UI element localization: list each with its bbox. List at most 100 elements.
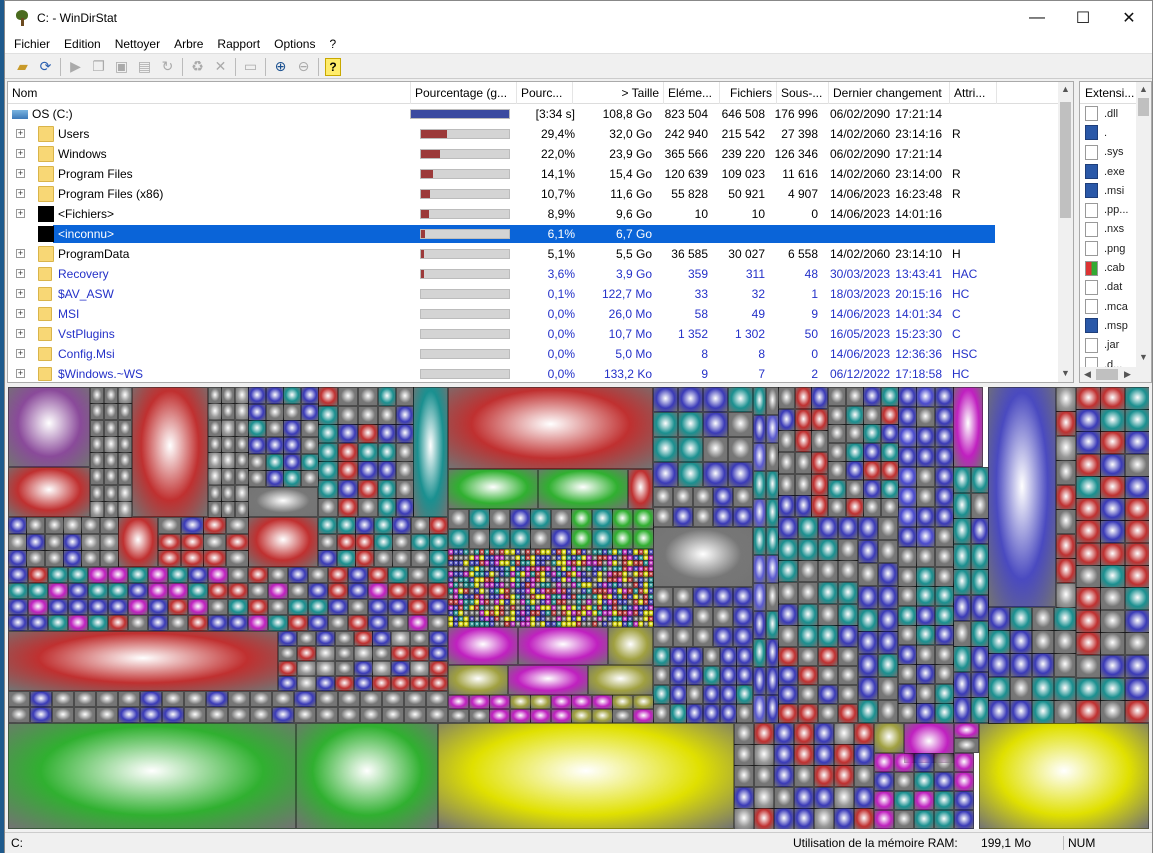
extension-horizontal-scrollbar[interactable]: ◀ ▶ (1080, 367, 1151, 382)
treemap-cell[interactable] (720, 666, 737, 685)
treemap-cell[interactable] (248, 437, 266, 454)
treemap-cell[interactable] (854, 808, 874, 829)
treemap-cell[interactable] (953, 467, 971, 493)
treemap-cell[interactable] (818, 685, 838, 704)
treemap-cell[interactable] (734, 744, 754, 766)
scroll-thumb[interactable] (1060, 102, 1071, 218)
treemap-cell[interactable] (203, 550, 226, 567)
treemap-cell[interactable] (308, 599, 328, 615)
treemap-cell[interactable] (1056, 558, 1076, 583)
treemap-cell[interactable] (429, 550, 448, 567)
treemap-cell[interactable] (1056, 534, 1076, 559)
treemap-cell[interactable] (858, 563, 878, 586)
treemap-cell[interactable] (1125, 431, 1149, 454)
treemap-cell[interactable] (104, 436, 118, 453)
treemap-cell[interactable] (878, 631, 898, 654)
treemap-cell[interactable] (754, 765, 774, 787)
treemap-cell[interactable] (814, 744, 834, 766)
treemap-cell[interactable] (881, 443, 899, 462)
treemap-cell[interactable] (753, 443, 766, 471)
treemap-cell[interactable] (45, 550, 64, 567)
treemap-cell[interactable] (954, 810, 974, 829)
zoom-out-icon[interactable]: ⊖ (292, 56, 315, 78)
treemap-cell[interactable] (382, 707, 404, 723)
treemap-cell[interactable] (1125, 632, 1149, 655)
treemap-cell[interactable] (208, 485, 222, 502)
treemap-cell[interactable] (971, 493, 989, 519)
treemap-cell[interactable] (391, 676, 410, 691)
treemap-cell[interactable] (318, 534, 337, 551)
treemap-cell[interactable] (653, 527, 753, 587)
treemap-cell[interactable] (266, 470, 284, 487)
treemap-cell[interactable] (713, 587, 733, 607)
table-row[interactable]: <inconnu> 6,1% 6,7 Go (8, 224, 1060, 244)
treemap-cell[interactable] (226, 534, 249, 551)
treemap-cell[interactable] (248, 454, 266, 471)
treemap-cell[interactable] (693, 507, 713, 527)
treemap-cell[interactable] (266, 420, 284, 437)
treemap-cell[interactable] (778, 517, 798, 539)
treemap-cell[interactable] (778, 387, 795, 409)
treemap-cell[interactable] (208, 436, 222, 453)
treemap-cell[interactable] (128, 615, 148, 631)
treemap-cell[interactable] (1010, 653, 1032, 677)
treemap-cell[interactable] (118, 517, 158, 567)
treemap-cell[interactable] (1056, 460, 1076, 485)
treemap-cell[interactable] (703, 704, 720, 723)
treemap-cell[interactable] (954, 723, 979, 738)
treemap-cell[interactable] (308, 567, 328, 583)
treemap-cell[interactable] (703, 387, 728, 412)
treemap-cell[interactable] (248, 420, 266, 437)
treemap-cell[interactable] (288, 567, 308, 583)
treemap-cell[interactable] (754, 808, 774, 829)
treemap-cell[interactable] (221, 501, 235, 518)
treemap-cell[interactable] (678, 412, 703, 437)
treemap-cell[interactable] (1056, 509, 1076, 534)
treemap-cell[interactable] (372, 661, 391, 676)
treemap-cell[interactable] (288, 599, 308, 615)
treemap-cell[interactable] (30, 691, 52, 707)
treemap-cell[interactable] (248, 615, 268, 631)
treemap-cell[interactable] (469, 695, 490, 709)
treemap-cell[interactable] (1125, 543, 1149, 566)
treemap-cell[interactable] (81, 517, 100, 534)
treemap-cell[interactable] (834, 744, 854, 766)
treemap-cell[interactable] (283, 420, 301, 437)
treemap-cell[interactable] (388, 567, 408, 583)
treemap-cell[interactable] (878, 609, 898, 632)
treemap-cell[interactable] (388, 599, 408, 615)
table-row[interactable]: + Recovery 3,6% 3,9 Go 359 311 48 30/03/2023 13:… (8, 264, 1060, 284)
treemap-cell[interactable] (703, 462, 728, 487)
table-row[interactable]: + Program Files 14,1% 15,4 Go 120 639 109 023… (8, 164, 1060, 184)
treemap-cell[interactable] (1125, 610, 1149, 633)
treemap-cell[interactable] (378, 406, 396, 425)
treemap-cell[interactable] (1125, 387, 1149, 410)
treemap-cell[interactable] (228, 707, 250, 723)
treemap-cell[interactable] (391, 631, 410, 646)
treemap-cell[interactable] (916, 645, 935, 665)
treemap-cell[interactable] (448, 529, 469, 549)
treemap-cell[interactable] (953, 595, 971, 621)
treemap-cell[interactable] (1076, 476, 1101, 499)
zoom-in-icon[interactable]: ⊕ (269, 56, 292, 78)
treemap-cell[interactable] (128, 583, 148, 599)
treemap-cell[interactable] (162, 691, 184, 707)
treemap-cell[interactable] (720, 704, 737, 723)
treemap-cell[interactable] (368, 583, 388, 599)
treemap-cell[interactable] (228, 567, 248, 583)
treemap-cell[interactable] (753, 471, 766, 499)
treemap-cell[interactable] (954, 738, 979, 753)
delete-icon[interactable]: ✕ (209, 56, 232, 78)
treemap-cell[interactable] (878, 517, 898, 540)
menu-help[interactable]: ? (322, 37, 343, 51)
table-row[interactable]: OS (C:) [3:34 s] 108,8 Go 823 504 646 508 176… (8, 104, 1060, 124)
treemap-cell[interactable] (753, 639, 766, 667)
treemap-cell[interactable] (693, 587, 713, 607)
treemap-cell[interactable] (318, 424, 338, 443)
treemap-cell[interactable] (148, 567, 168, 583)
treemap-cell[interactable] (48, 599, 68, 615)
treemap-cell[interactable] (1032, 653, 1054, 677)
treemap-cell[interactable] (653, 387, 678, 412)
treemap-cell[interactable] (355, 550, 374, 567)
treemap-cell[interactable] (368, 615, 388, 631)
